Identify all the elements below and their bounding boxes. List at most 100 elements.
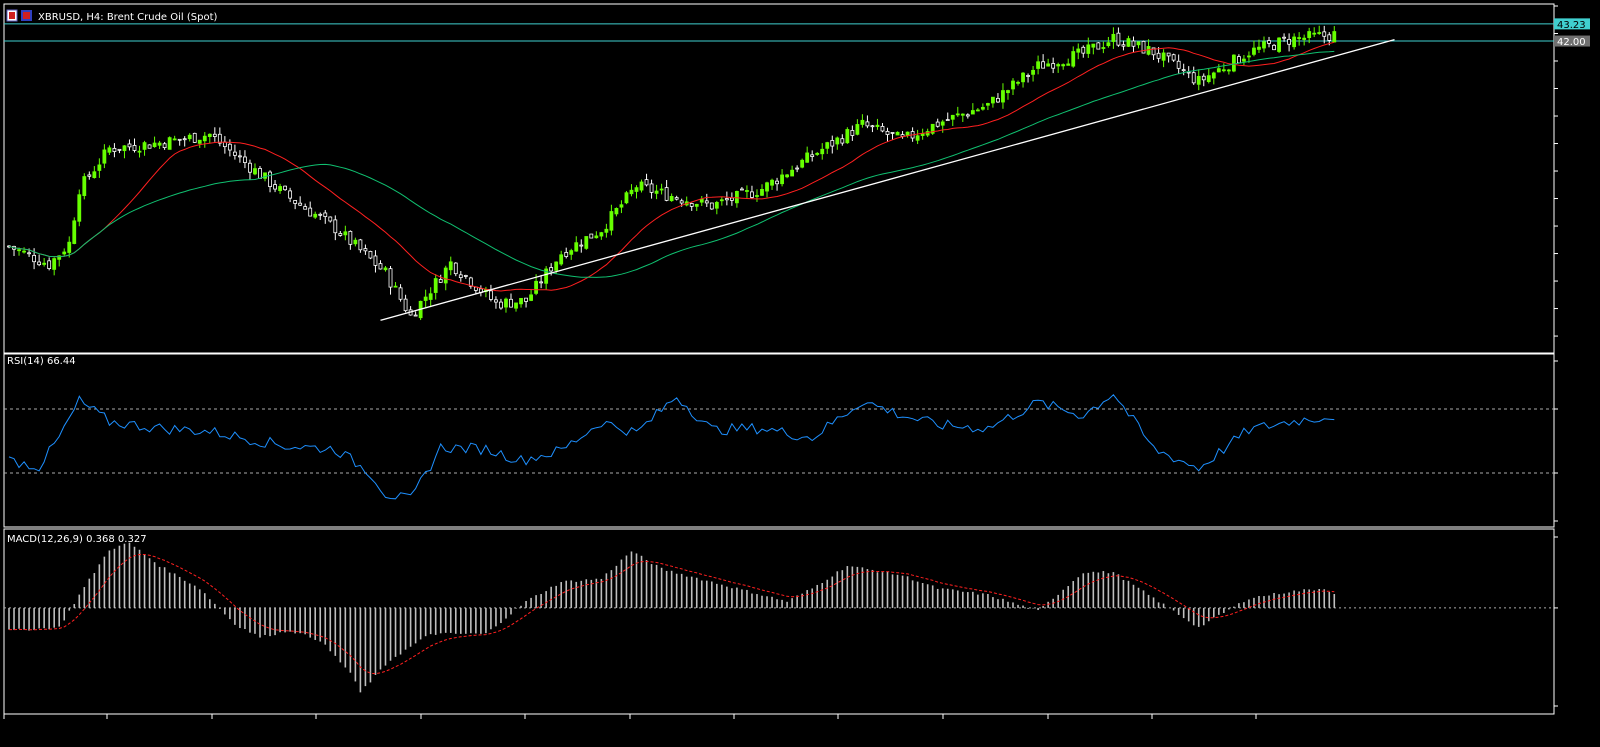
candle-body	[1327, 34, 1332, 41]
candle-body	[760, 189, 764, 196]
candle-body	[182, 138, 187, 141]
candle-body	[1242, 58, 1246, 62]
candle-body	[815, 152, 820, 155]
candle-body	[1106, 42, 1111, 47]
candle-body	[1262, 41, 1266, 49]
candle-body	[644, 179, 649, 186]
candle-body	[187, 134, 192, 140]
candle-body	[353, 239, 358, 245]
candle-body	[689, 203, 694, 207]
candle-body	[594, 235, 599, 239]
candle-body	[554, 261, 559, 271]
candle-body	[634, 187, 639, 192]
candle-body	[1086, 44, 1091, 54]
candle-body	[770, 179, 774, 186]
candle-body	[167, 137, 172, 150]
candle-body	[870, 125, 875, 128]
candle-body	[1196, 76, 1201, 85]
candle-body	[1051, 63, 1056, 69]
candle-body	[248, 162, 252, 173]
candle	[167, 136, 172, 150]
candle-body	[519, 297, 523, 305]
candle-body	[423, 296, 428, 301]
candle-body	[579, 244, 584, 247]
candle-body	[1171, 54, 1176, 61]
candle-body	[965, 114, 970, 117]
candle-body	[1287, 39, 1291, 45]
candle-body	[157, 142, 162, 146]
candle-body	[1161, 52, 1166, 61]
candle-body	[599, 232, 604, 237]
candle-body	[1011, 80, 1015, 90]
candle-body	[202, 135, 207, 142]
candle-body	[1166, 52, 1171, 57]
candle-body	[117, 148, 122, 151]
candle	[147, 144, 152, 149]
candle-body	[654, 190, 659, 194]
candle	[82, 173, 87, 200]
candle-body	[1181, 69, 1186, 72]
candle-body	[358, 239, 363, 251]
candle-body	[915, 135, 920, 141]
price-tag-lower: 42.00	[1557, 37, 1586, 48]
candle-body	[1312, 32, 1317, 35]
candle-body	[338, 233, 343, 236]
candle-body	[614, 208, 619, 215]
chart-canvas[interactable]: 43.23 42.00 XBRUSD, H4: Brent Crude Oil …	[0, 0, 1600, 747]
candle-body	[52, 258, 57, 270]
candle-body	[32, 254, 36, 263]
candle-body	[845, 129, 850, 144]
candle-body	[278, 186, 282, 192]
candle-body	[368, 251, 373, 259]
candle-body	[22, 250, 26, 253]
candle-body	[785, 174, 789, 178]
candle-body	[328, 216, 333, 222]
candle-body	[745, 190, 749, 192]
candle-body	[509, 298, 513, 308]
candle-body	[132, 145, 137, 151]
candle-body	[835, 137, 840, 145]
candle-body	[192, 132, 197, 143]
candle-body	[438, 279, 443, 283]
candle-body	[1141, 40, 1146, 54]
candle-body	[624, 192, 629, 204]
candle-body	[860, 119, 865, 125]
candle-body	[1216, 68, 1221, 73]
candle-body	[589, 233, 594, 239]
candle-body	[529, 294, 533, 301]
candle-body	[649, 183, 654, 193]
candle-body	[820, 148, 825, 155]
candle	[589, 233, 594, 239]
candle-body	[584, 236, 589, 249]
candle-body	[1252, 47, 1256, 55]
candle-body	[735, 190, 739, 204]
candle-body	[1267, 40, 1271, 44]
candle-body	[398, 287, 403, 300]
candle-body	[1237, 56, 1241, 64]
candle	[1096, 42, 1101, 50]
candle-body	[127, 143, 132, 148]
candle-body	[905, 131, 910, 136]
candle	[584, 236, 589, 250]
candle-body	[47, 260, 52, 269]
candle-body	[1091, 43, 1096, 48]
candle-body	[258, 168, 262, 179]
candle-body	[885, 130, 890, 135]
candle-body	[1206, 75, 1211, 83]
candle-body	[112, 147, 117, 152]
candle-body	[714, 201, 719, 209]
candle-body	[991, 96, 995, 104]
candle	[192, 132, 197, 143]
candle-body	[975, 109, 980, 112]
candle-body	[207, 133, 212, 137]
candle-body	[27, 252, 31, 255]
candle-body	[980, 106, 985, 110]
candle-body	[443, 267, 448, 284]
candle-body	[945, 119, 950, 121]
macd-title: MACD(12,26,9) 0.368 0.327	[7, 534, 147, 545]
candle-body	[996, 97, 1000, 103]
candle-body	[729, 197, 734, 201]
candle-body	[694, 203, 699, 207]
candle-body	[1332, 31, 1337, 43]
candle-body	[1156, 52, 1161, 59]
